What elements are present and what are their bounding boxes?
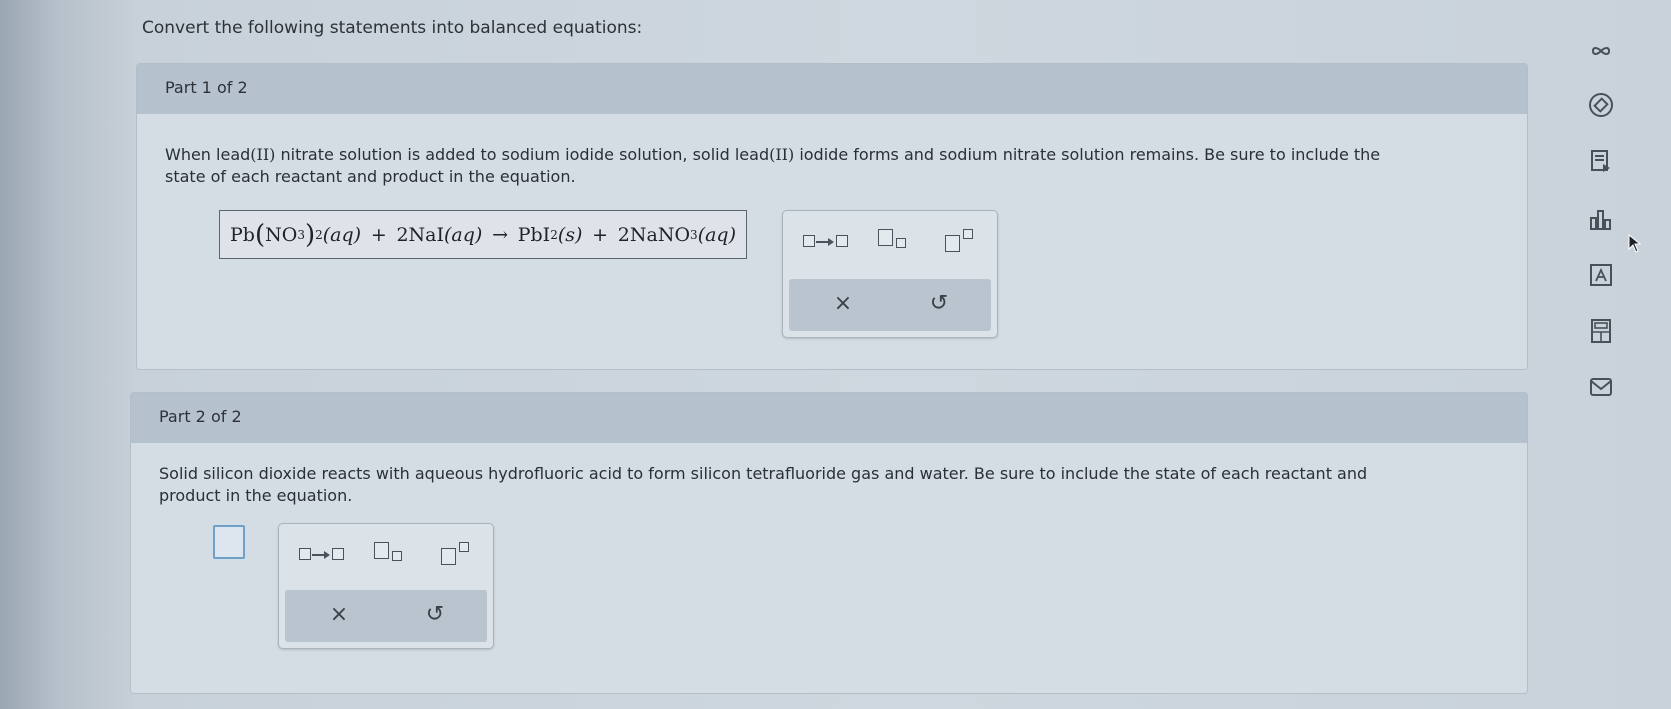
periodic-table-icon[interactable]: [1588, 262, 1614, 288]
part-2-title: Part 2 of 2: [159, 407, 242, 426]
part-1-header: [137, 64, 1527, 114]
part-2-header: [131, 393, 1527, 443]
subscript-button[interactable]: [878, 229, 910, 253]
clear-button[interactable]: ×: [825, 291, 861, 316]
mail-icon[interactable]: [1588, 374, 1614, 400]
reaction-arrow-button[interactable]: [299, 546, 345, 566]
part-2-panel: Part 2 of 2 Solid silicon dioxide reacts…: [130, 392, 1528, 694]
clear-button[interactable]: ×: [321, 602, 357, 627]
calculator-icon[interactable]: [1588, 318, 1614, 344]
part-1-answer-box[interactable]: Pb(NO 3) 2 (aq) +2NaI (aq) → PbI 2 (s) +2NaNO 3 (aq): [219, 210, 747, 259]
infinity-icon[interactable]: [1588, 38, 1614, 64]
part-1-palette-actions: × ↺: [789, 279, 991, 331]
undo-button[interactable]: ↺: [417, 602, 453, 627]
part-1-title: Part 1 of 2: [165, 78, 248, 97]
part-2-palette-actions: × ↺: [285, 590, 487, 642]
subscript-button[interactable]: [374, 542, 406, 566]
superscript-button[interactable]: [441, 542, 473, 566]
mouse-cursor-icon: [1628, 234, 1642, 253]
part-1-tool-palette: × ↺: [782, 210, 998, 338]
part-2-answer-input[interactable]: [213, 525, 245, 559]
bar-chart-icon[interactable]: [1588, 206, 1614, 232]
part-2-tool-palette: × ↺: [278, 523, 494, 649]
part-1-question: When lead(II) nitrate solution is added …: [165, 145, 1381, 186]
eraser-icon[interactable]: [1588, 92, 1614, 118]
reaction-arrow-button[interactable]: [803, 233, 849, 253]
part-2-question: Solid silicon dioxide reacts with aqueou…: [159, 464, 1368, 505]
part-1-panel: Part 1 of 2 When lead(II) nitrate soluti…: [136, 63, 1528, 370]
superscript-button[interactable]: [945, 229, 977, 253]
text-reader-icon[interactable]: [1588, 148, 1614, 174]
instructions-text: Convert the following statements into ba…: [142, 18, 643, 38]
undo-button[interactable]: ↺: [921, 291, 957, 316]
